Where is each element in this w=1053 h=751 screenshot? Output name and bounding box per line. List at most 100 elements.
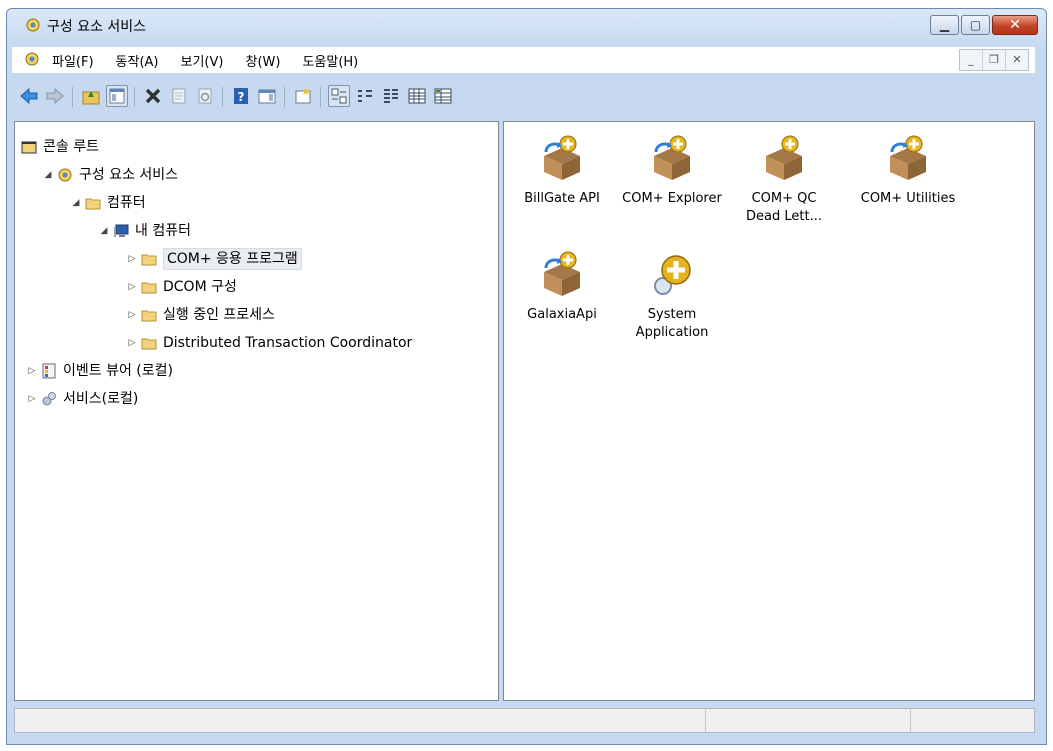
properties-icon [172,88,186,104]
tree-item[interactable]: ▷ 실행 중인 프로세스 [15,304,495,326]
expand-arrow-icon[interactable]: ▷ [127,248,137,270]
com-application-item[interactable]: COM+ Explorer [622,134,722,208]
com-application-item[interactable]: BillGate API [512,134,612,208]
show-hide-tree-button[interactable] [106,85,128,107]
expand-arrow-icon[interactable]: ▷ [27,360,37,382]
console-root-icon [21,139,37,155]
folder-icon [141,279,157,295]
status-bar [14,708,1035,733]
large-icons-view-icon [331,88,347,104]
tree-item-label: 콘솔 루트 [43,139,99,155]
mdi-restore-button[interactable]: ❐ [982,50,1005,70]
com-app-box-icon [512,250,612,302]
svg-text:?: ? [238,90,245,104]
com-application-item[interactable]: GalaxiaApi [512,250,612,324]
component-services-icon [25,52,39,66]
detail-view-icon [408,88,426,104]
list-view-icon [384,89,398,103]
services-gear-icon [41,391,57,407]
menu-bar: 파일(F) 동작(A) 보기(V) 창(W) 도움말(H) _ ❐ ✕ [12,47,1035,73]
tree-item-label: COM+ 응용 프로그램 [163,248,302,270]
small-icons-view-icon [358,90,372,102]
large-icons-view-button[interactable] [328,85,350,107]
com-application-item[interactable]: System Application [622,250,722,342]
tree-item-label: 서비스(로컬) [63,391,139,407]
maximize-button[interactable]: ▢ [961,15,990,35]
tree-item[interactable]: ◢ 구성 요소 서비스 [15,164,495,186]
tree-item[interactable]: ▷ DCOM 구성 [15,276,495,298]
com-application-item[interactable]: COM+ QC Dead Lett... [734,134,834,226]
help-icon: ? [234,88,248,104]
refresh-button[interactable] [194,85,216,107]
minimize-button[interactable]: ▁ [930,15,959,35]
up-folder-button[interactable] [80,85,102,107]
collapse-arrow-icon[interactable]: ◢ [99,220,109,242]
tree-item[interactable]: ▷ COM+ 응용 프로그램 [15,248,495,270]
my-computer-icon [113,223,129,239]
new-window-button[interactable] [292,85,314,107]
help-button[interactable]: ? [230,85,252,107]
menu-item[interactable]: 파일(F) [52,51,94,70]
expand-arrow-icon[interactable]: ▷ [27,388,37,410]
toolbar: ? [12,81,1035,113]
delete-button[interactable] [142,85,164,107]
component-services-icon [26,18,40,32]
tree-item-label: Distributed Transaction Coordinator [163,335,413,351]
com-application-label: BillGate API [524,191,600,206]
com-app-box-icon [512,134,612,186]
close-button[interactable]: ✕ [992,15,1038,35]
com-application-label: COM+ QC Dead Lett... [746,191,822,224]
menu-item[interactable]: 창(W) [245,51,280,70]
up-folder-icon [82,91,100,105]
refresh-icon [198,88,212,104]
console-content: 콘솔 루트 ◢ 구성 요소 서비스 ◢ 컴퓨터 ◢ 내 컴퓨터 ▷ COM+ 응용 프로그램 ▷ D… [14,121,1035,701]
expand-arrow-icon[interactable]: ▷ [127,332,137,354]
system-app-gear-icon [622,250,722,302]
window-title: 구성 요소 서비스 [47,19,147,35]
collapse-arrow-icon[interactable]: ◢ [71,192,81,214]
status-view-button[interactable] [432,85,454,107]
title-bar[interactable]: 구성 요소 서비스 ▁ ▢ ✕ [7,9,1046,41]
show-action-pane-button[interactable] [256,85,278,107]
component-services-icon [57,167,73,183]
folder-icon [141,307,157,323]
tree-pane: 콘솔 루트 ◢ 구성 요소 서비스 ◢ 컴퓨터 ◢ 내 컴퓨터 ▷ COM+ 응용 프로그램 ▷ D… [14,121,499,701]
tree-item[interactable]: 콘솔 루트 [15,136,495,158]
tree-item[interactable]: ◢ 내 컴퓨터 [15,220,495,242]
mdi-minimize-button[interactable]: _ [960,50,982,70]
com-application-item[interactable]: COM+ Utilities [858,134,958,208]
forward-button[interactable] [44,85,66,107]
tree-item-label: 실행 중인 프로세스 [163,307,275,323]
menu-item[interactable]: 보기(V) [181,51,224,70]
detail-view-button[interactable] [406,85,428,107]
tree-item[interactable]: ▷ Distributed Transaction Coordinator [15,332,495,354]
expand-arrow-icon[interactable]: ▷ [127,304,137,326]
close-icon: ✕ [1009,17,1021,33]
tree-item-label: 이벤트 뷰어 (로컬) [63,363,173,379]
maximize-icon: ▢ [969,18,982,32]
properties-button[interactable] [168,85,190,107]
tree-item-label: 내 컴퓨터 [135,223,191,239]
new-window-icon [295,87,311,104]
menu-item[interactable]: 도움말(H) [302,51,358,70]
status-view-icon [434,88,452,104]
expand-arrow-icon[interactable]: ▷ [127,276,137,298]
status-cell [705,709,706,732]
minimize-icon: ▁ [939,18,950,32]
folder-icon [85,195,101,211]
tree-item[interactable]: ◢ 컴퓨터 [15,192,495,214]
small-icons-view-button[interactable] [354,85,376,107]
com-app-box-icon [622,134,722,186]
back-icon [20,87,38,105]
forward-icon [46,87,64,105]
back-button[interactable] [18,85,40,107]
com-application-label: COM+ Utilities [860,191,956,206]
collapse-arrow-icon[interactable]: ◢ [43,164,53,186]
mdi-close-button[interactable]: ✕ [1005,50,1028,70]
tree-item[interactable]: ▷ 이벤트 뷰어 (로컬) [15,360,495,382]
list-view-button[interactable] [380,85,402,107]
tree-item-label: 구성 요소 서비스 [79,167,179,183]
menu-item[interactable]: 동작(A) [116,51,159,70]
status-cell [910,709,911,732]
tree-item[interactable]: ▷ 서비스(로컬) [15,388,495,410]
